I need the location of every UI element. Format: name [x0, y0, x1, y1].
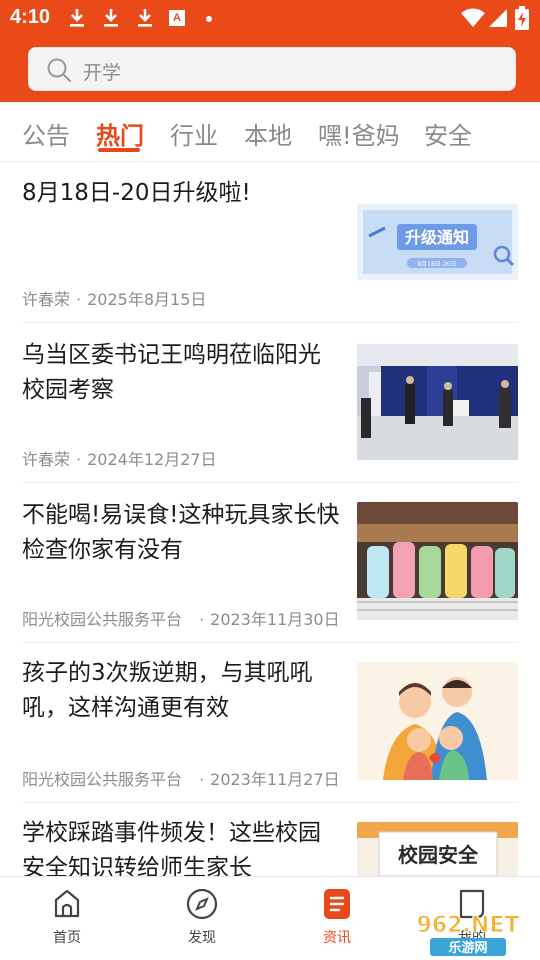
nav-label: 资讯: [323, 930, 351, 946]
download-icon: [70, 9, 84, 27]
news-title: 学校踩踏事件频发！这些校园安全知识转给师生家长: [22, 820, 321, 876]
tab-local[interactable]: 本地: [244, 116, 292, 151]
status-bar: 4:10 A: [0, 0, 540, 36]
toy-bottles-photo: [357, 502, 518, 620]
tab-announcements[interactable]: 公告: [22, 116, 70, 151]
news-date: 2023年11月30日: [210, 610, 340, 629]
nav-label: 首页: [53, 930, 81, 946]
news-title: 不能喝!易误食!这种玩具家长快检查你家有没有: [22, 502, 340, 563]
app-header: 4:10 A 开学: [0, 0, 540, 102]
active-tab-indicator: [98, 148, 140, 152]
news-thumbnail: 校园安全: [357, 822, 518, 876]
campus-safety-text: 校园安全: [398, 843, 479, 867]
app-notification-icon: A: [169, 10, 185, 26]
search-icon: [47, 58, 72, 83]
news-meta: 许春荣 · 2024年12月27日: [22, 450, 217, 469]
news-author: 许春荣: [22, 450, 71, 469]
news-icon: [324, 889, 350, 919]
news-title: 孩子的3次叛逆期，与其吼吼吼，这样沟通更有效: [22, 660, 313, 721]
news-thumbnail: [357, 502, 518, 620]
news-title: 8月18日-20日升级啦!: [22, 180, 251, 206]
search-bar[interactable]: 开学: [28, 47, 516, 91]
compass-icon: [186, 888, 218, 920]
news-meta: 阳光校园公共服务平台 · 2023年11月27日: [22, 766, 340, 790]
search-placeholder: 开学: [83, 62, 122, 84]
news-meta: 阳光校园公共服务平台 · 2023年11月30日: [22, 606, 340, 630]
more-notifications-dot: [206, 16, 212, 22]
divider: [22, 802, 518, 803]
upgrade-notice-image: 升级通知 8月18日-20日: [357, 204, 518, 280]
watermark-text: 962.NET: [417, 913, 520, 938]
signal-icon: [489, 9, 507, 27]
nav-news[interactable]: 资讯: [302, 887, 372, 951]
upgrade-notice-text: 升级通知: [405, 228, 469, 247]
nav-discover[interactable]: 发现: [167, 887, 237, 951]
watermark-subtext: 乐游网: [448, 940, 487, 956]
news-item[interactable]: 学校踩踏事件频发！这些校园安全知识转给师生家长 校园安全: [0, 816, 540, 876]
news-author: 阳光校园公共服务平台: [22, 610, 183, 629]
news-meta: 许春荣 · 2025年8月15日: [22, 290, 207, 309]
site-watermark: 962.NET 乐游网: [416, 913, 520, 956]
home-icon: [54, 889, 80, 918]
nav-home[interactable]: 首页: [32, 887, 102, 951]
download-icon: [138, 9, 152, 27]
news-date: 2024年12月27日: [87, 450, 217, 469]
divider: [22, 482, 518, 483]
news-author: 阳光校园公共服务平台: [22, 770, 183, 789]
news-item[interactable]: 孩子的3次叛逆期，与其吼吼吼，这样沟通更有效 阳光校园公共服务平台 · 2023年…: [0, 656, 540, 802]
upgrade-notice-subtext: 8月18日-20日: [417, 261, 456, 268]
inspection-photo: [357, 344, 518, 460]
tab-safety[interactable]: 安全: [424, 116, 472, 151]
news-date: 2023年11月27日: [210, 770, 340, 789]
news-thumbnail: [357, 662, 518, 780]
news-item[interactable]: 乌当区委书记王鸣明莅临阳光校园考察 许春荣 · 2024年12月27日: [0, 338, 540, 482]
news-thumbnail: 升级通知 8月18日-20日: [357, 204, 518, 280]
news-title: 乌当区委书记王鸣明莅临阳光校园考察: [22, 342, 321, 403]
campus-safety-image: 校园安全: [357, 822, 518, 876]
tab-parents[interactable]: 嘿!爸妈: [318, 116, 400, 151]
battery-charging-icon: [515, 6, 529, 30]
download-icon: [104, 9, 118, 27]
news-author: 许春荣: [22, 290, 71, 309]
family-illustration: [357, 662, 518, 780]
nav-label: 发现: [188, 930, 216, 946]
category-tabs: 公告 热门 行业 本地 嘿!爸妈 安全: [0, 102, 540, 162]
news-thumbnail: [357, 344, 518, 460]
news-item[interactable]: 不能喝!易误食!这种玩具家长快检查你家有没有 阳光校园公共服务平台 · 2023年…: [0, 498, 540, 642]
divider: [22, 642, 518, 643]
news-item[interactable]: 8月18日-20日升级啦! 许春荣 · 2025年8月15日 升级通知 8月18日-…: [0, 176, 540, 322]
news-date: 2025年8月15日: [87, 290, 207, 309]
divider: [22, 322, 518, 323]
tab-industry[interactable]: 行业: [170, 116, 218, 151]
tab-hot[interactable]: 热门: [96, 116, 144, 151]
wifi-icon: [461, 8, 485, 27]
status-time: 4:10: [10, 6, 51, 28]
